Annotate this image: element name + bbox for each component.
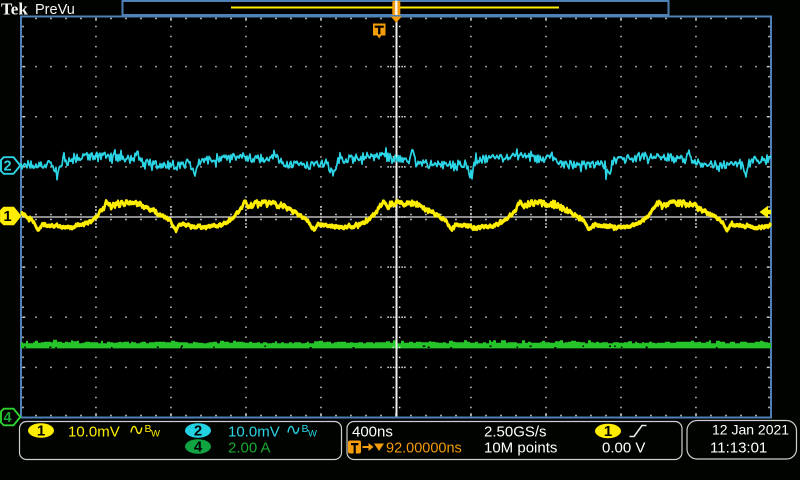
svg-text:1: 1: [37, 423, 45, 440]
svg-text:W: W: [308, 429, 317, 440]
svg-text:10M points: 10M points: [484, 440, 557, 457]
svg-text:2: 2: [194, 423, 202, 440]
svg-text:92.00000ns: 92.00000ns: [386, 441, 462, 457]
svg-text:400ns: 400ns: [352, 424, 393, 441]
svg-text:0.00 V: 0.00 V: [602, 440, 645, 457]
svg-text:11:13:01: 11:13:01: [710, 440, 767, 457]
svg-text:4: 4: [4, 410, 12, 426]
svg-text:2.50GS/s: 2.50GS/s: [484, 424, 547, 441]
svg-text:Tek: Tek: [1, 0, 28, 19]
svg-text:10.0mV: 10.0mV: [228, 424, 280, 441]
svg-text:4: 4: [194, 439, 203, 456]
svg-text:PreVu: PreVu: [35, 2, 75, 18]
svg-text:2.00 A: 2.00 A: [228, 440, 271, 457]
svg-text:10.0mV: 10.0mV: [68, 424, 120, 441]
svg-text:1: 1: [604, 423, 612, 440]
svg-text:2: 2: [4, 159, 12, 175]
svg-text:12 Jan 2021: 12 Jan 2021: [712, 422, 789, 438]
svg-text:1: 1: [4, 209, 12, 225]
svg-text:W: W: [151, 429, 160, 440]
